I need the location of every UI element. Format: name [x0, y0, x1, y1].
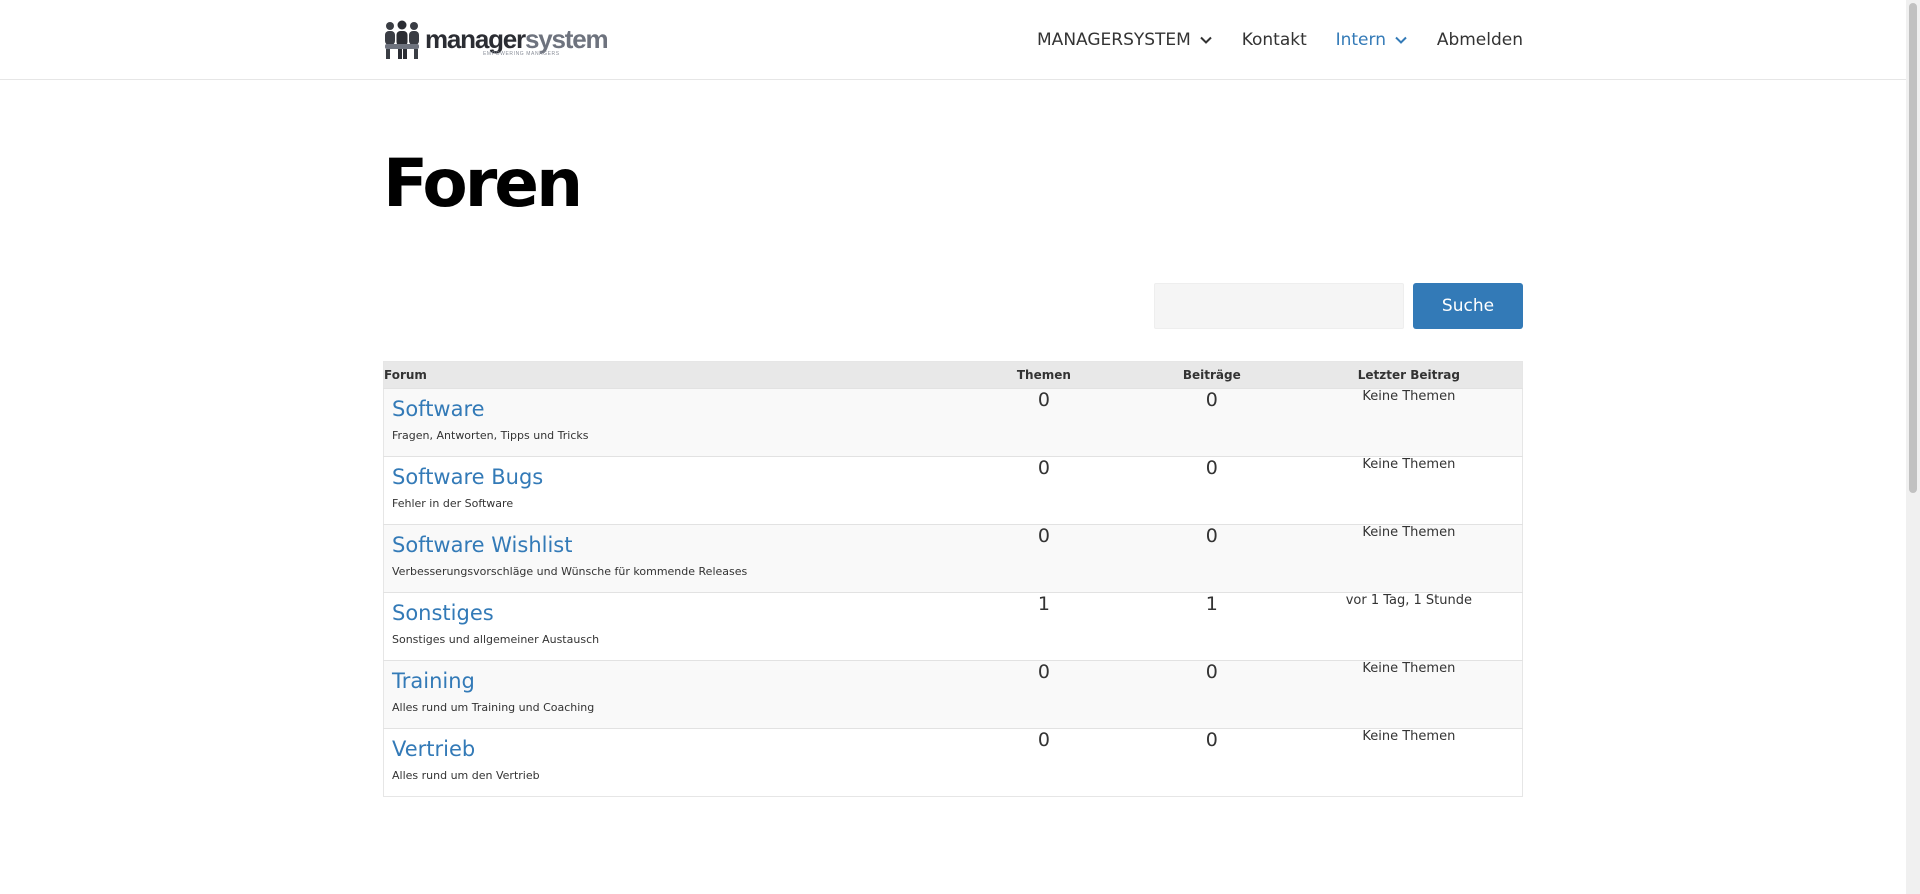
posts-count: 0: [1205, 525, 1218, 547]
forum-link[interactable]: Software: [392, 395, 952, 423]
column-header-topics: Themen: [1016, 368, 1071, 382]
chevron-down-icon: [1395, 36, 1407, 44]
last-post[interactable]: vor 1 Tag, 1 Stunde: [1296, 593, 1523, 661]
nav-item-label: Intern: [1335, 30, 1386, 50]
forum-description: Alles rund um Training und Coaching: [392, 701, 595, 714]
logo-wordmark: managersystem: [425, 24, 609, 54]
search-input[interactable]: [1154, 283, 1404, 329]
posts-count: 0: [1205, 457, 1218, 479]
table-row: Sonstiges Sonstiges und allgemeiner Aust…: [383, 592, 1523, 661]
column-header-last-post: Letzter Beitrag: [1357, 368, 1460, 382]
posts-count: 0: [1205, 661, 1218, 683]
logo-text-light: system: [524, 24, 609, 54]
last-post: Keine Themen: [1362, 389, 1456, 404]
nav-item-kontakt[interactable]: Kontakt: [1242, 30, 1307, 50]
topics-count: 0: [1037, 457, 1050, 479]
chevron-down-icon: [1200, 36, 1212, 44]
nav-item-intern[interactable]: Intern: [1336, 30, 1408, 50]
main-nav: MANAGERSYSTEM Kontakt Intern Abmelden: [1037, 0, 1523, 80]
forum-link[interactable]: Training: [392, 667, 952, 695]
forum-link[interactable]: Software Bugs: [392, 463, 952, 491]
posts-count: 1: [1205, 593, 1218, 615]
table-row: Software Bugs Fehler in der Software 0 0…: [383, 456, 1523, 525]
logo-text-dark: manager: [425, 24, 526, 54]
scrollbar[interactable]: [1906, 0, 1920, 894]
logo-tagline: EMPOWERING MANAGERS: [483, 51, 560, 57]
scrollbar-thumb[interactable]: [1909, 3, 1917, 493]
nav-item-label: MANAGERSYSTEM: [1037, 30, 1191, 50]
last-post: Keine Themen: [1362, 525, 1456, 540]
column-header-forum: Forum: [384, 368, 427, 382]
forum-link[interactable]: Vertrieb: [392, 735, 952, 763]
forum-link[interactable]: Sonstiges: [392, 599, 952, 627]
table-row: Software Wishlist Verbesserungsvorschläg…: [383, 524, 1523, 593]
topics-count: 1: [1037, 593, 1050, 615]
forum-table: Forum Themen Beiträge Letzter Beitrag So…: [383, 361, 1523, 797]
forum-description: Verbesserungsvorschläge und Wünsche für …: [392, 565, 748, 578]
site-header: managersystem EMPOWERING MANAGERS MANAGE…: [0, 0, 1906, 80]
forum-description: Fehler in der Software: [392, 497, 514, 510]
forum-description: Sonstiges und allgemeiner Austausch: [392, 633, 600, 646]
table-row: Vertrieb Alles rund um den Vertrieb 0 0 …: [383, 728, 1523, 797]
last-post: Keine Themen: [1362, 661, 1456, 676]
posts-count: 0: [1205, 729, 1218, 751]
nav-item-label: Abmelden: [1436, 30, 1523, 50]
forum-description: Fragen, Antworten, Tipps und Tricks: [392, 429, 589, 442]
column-header-posts: Beiträge: [1182, 368, 1241, 382]
forum-link[interactable]: Software Wishlist: [392, 531, 952, 559]
topics-count: 0: [1037, 661, 1050, 683]
table-row: Training Alles rund um Training und Coac…: [383, 660, 1523, 729]
last-post: Keine Themen: [1362, 457, 1456, 472]
search-button[interactable]: Suche: [1413, 283, 1523, 329]
topics-count: 0: [1037, 729, 1050, 751]
forum-description: Alles rund um den Vertrieb: [392, 769, 540, 782]
nav-item-abmelden[interactable]: Abmelden: [1437, 30, 1523, 50]
logo[interactable]: managersystem EMPOWERING MANAGERS: [383, 20, 609, 60]
topics-count: 0: [1037, 389, 1050, 411]
logo-people-icon: [385, 20, 419, 59]
last-post: Keine Themen: [1362, 729, 1456, 744]
topics-count: 0: [1037, 525, 1050, 547]
nav-item-managersystem[interactable]: MANAGERSYSTEM: [1037, 30, 1213, 50]
table-header-row: Forum Themen Beiträge Letzter Beitrag: [383, 361, 1523, 389]
posts-count: 0: [1205, 389, 1218, 411]
table-row: Software Fragen, Antworten, Tipps und Tr…: [383, 388, 1523, 457]
page-title: Foren: [383, 145, 583, 222]
nav-item-label: Kontakt: [1241, 30, 1307, 50]
